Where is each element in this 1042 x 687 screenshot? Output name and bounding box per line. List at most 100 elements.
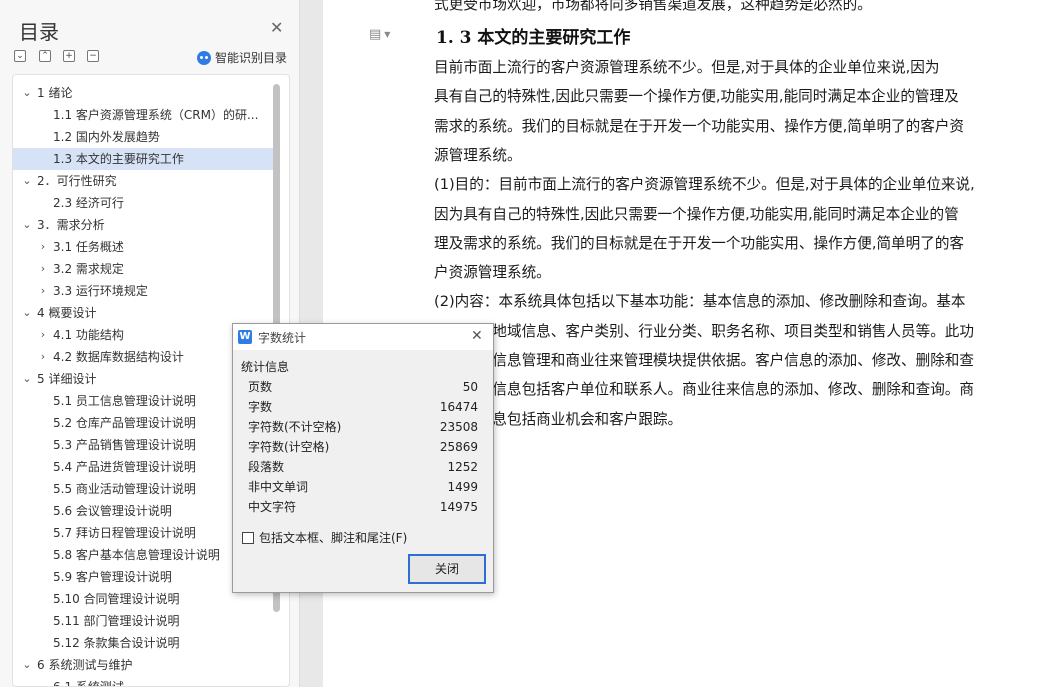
toc-item-label: 6.1 系统测试 [53, 680, 124, 687]
stat-value: 16474 [439, 400, 478, 414]
dialog-close-icon[interactable]: ✕ [471, 328, 483, 344]
toc-item-label: 6 系统测试与维护 [37, 658, 133, 672]
stat-row: 中文字符 14975 [248, 497, 478, 517]
section-heading: 1. 3 本文的主要研究工作 [436, 28, 631, 48]
chevron-down-icon[interactable]: ⌄ [21, 214, 33, 236]
document-line: (2)内容：本系统具体包括以下基本功能：基本信息的添加、修改删除和查询。基本 [434, 293, 966, 311]
toc-item-label: 5.2 仓库产品管理设计说明 [53, 416, 196, 430]
stat-label: 页数 [248, 380, 273, 394]
include-textbox-label: 包括文本框、脚注和尾注(F) [259, 531, 408, 545]
document-line: 源管理系统。 [434, 146, 522, 164]
stat-value: 1252 [447, 460, 478, 474]
chevron-right-icon[interactable]: › [37, 236, 49, 258]
document-line: (1)目的：目前市面上流行的客户资源管理系统不少。但是,对于具体的企业单位来说, [434, 176, 975, 194]
stat-value: 1499 [447, 480, 478, 494]
chevron-down-icon[interactable]: ⌄ [21, 654, 33, 676]
toc-item[interactable]: 1.3 本文的主要研究工作 [13, 148, 273, 170]
paragraph-menu-icon[interactable]: ▤ ▼ [369, 27, 390, 42]
toc-item-label: 5.4 产品进货管理设计说明 [53, 460, 196, 474]
toc-item[interactable]: › 3.3 运行环境规定 [13, 280, 273, 302]
stat-label: 字符数(计空格) [248, 440, 330, 454]
collapse-down-icon[interactable]: ⌄ [14, 50, 26, 62]
document-line: 需求的系统。我们的目标就是在于开发一个功能实用、操作方便,简单明了的客户资 [434, 117, 965, 135]
toc-item[interactable]: 1.1 客户资源管理系统（CRM）的研... [13, 104, 273, 126]
remove-level-icon[interactable]: − [87, 50, 99, 62]
toc-item[interactable]: 1.2 国内外发展趋势 [13, 126, 273, 148]
include-textbox-checkbox[interactable] [242, 531, 254, 544]
document-line: 能为客户信息管理和商业往来管理模块提供依据。客户信息的添加、修改、删除和查 [434, 352, 974, 369]
wps-writer-icon: W [238, 330, 252, 344]
stat-row: 非中文单词 1499 [248, 477, 478, 497]
document-line: 目前市面上流行的客户资源管理系统不少。但是,对于具体的企业单位来说,因为 [434, 59, 940, 76]
include-textbox-option[interactable]: 包括文本框、脚注和尾注(F) [242, 529, 407, 546]
toc-item-label: 4.2 数据库数据结构设计 [53, 350, 184, 364]
document-line: 理及需求的系统。我们的目标就是在于开发一个功能实用、操作方便,简单明了的客 [434, 234, 965, 252]
chevron-down-icon[interactable]: ⌄ [21, 302, 33, 324]
stat-row: 字数 16474 [248, 397, 478, 417]
stat-value: 50 [462, 380, 478, 394]
stat-value: 25869 [439, 440, 478, 454]
toc-item[interactable]: 5.12 条款集合设计说明 [13, 632, 273, 654]
toc-item-label: 5 详细设计 [37, 372, 97, 386]
stat-label: 字符数(不计空格) [248, 420, 342, 434]
toc-item-label: 5.7 拜访日程管理设计说明 [53, 526, 196, 540]
word-count-dialog: W 字数统计 ✕ 统计信息 页数 50 字数 16474 字符数(不计空格) 23508 字… [232, 323, 494, 593]
stat-label: 字数 [248, 400, 273, 414]
document-line: 式更受市场欢迎，市场都将向多销售渠道发展，这种趋势是必然的。 [434, 0, 872, 13]
chevron-right-icon[interactable]: › [37, 324, 49, 346]
dialog-title: 字数统计 [258, 331, 307, 345]
toc-item-label: 5.5 商业活动管理设计说明 [53, 482, 196, 496]
stat-row: 页数 50 [248, 377, 478, 397]
stats-section-label: 统计信息 [241, 360, 290, 374]
toc-item-label: 1 绪论 [37, 86, 73, 100]
toc-title: 目录 [19, 20, 59, 44]
toc-item[interactable]: › 3.2 需求规定 [13, 258, 273, 280]
chevron-down-icon[interactable]: ⌄ [21, 82, 33, 104]
toc-item-label: 5.6 会议管理设计说明 [53, 504, 172, 518]
document-line: 业往来信息包括商业机会和客户跟踪。 [434, 410, 683, 428]
toc-item[interactable]: 5.11 部门管理设计说明 [13, 610, 273, 632]
stat-label: 非中文单词 [248, 480, 309, 494]
document-line: 因为具有自己的特殊性,因此只需要一个操作方便,功能实用,能同时满足本企业的管 [434, 205, 959, 223]
chevron-down-icon[interactable]: ⌄ [21, 170, 33, 192]
stat-label: 中文字符 [248, 500, 297, 514]
stat-row: 段落数 1252 [248, 457, 478, 477]
stat-row: 字符数(不计空格) 23508 [248, 417, 478, 437]
toc-item[interactable]: 6.1 系统测试 [13, 676, 273, 687]
dialog-titlebar[interactable]: W 字数统计 ✕ [233, 324, 493, 350]
toc-item-label: 2.3 经济可行 [53, 196, 124, 210]
toc-item-label: 1.3 本文的主要研究工作 [53, 152, 184, 166]
toc-item-label: 2．可行性研究 [37, 174, 117, 188]
toc-item-label: 1.2 国内外发展趋势 [53, 130, 160, 144]
smart-recognize-label: 智能识别目录 [215, 51, 288, 65]
toc-item-label: 4 概要设计 [37, 306, 97, 320]
add-level-icon[interactable]: + [63, 50, 75, 62]
robot-icon [197, 50, 211, 65]
stat-value: 14975 [439, 500, 478, 514]
close-button[interactable]: 关闭 [408, 554, 486, 584]
toc-item-label: 5.11 部门管理设计说明 [53, 614, 180, 628]
stat-value: 23508 [439, 420, 478, 434]
toc-item[interactable]: › 3.1 任务概述 [13, 236, 273, 258]
stat-label: 段落数 [248, 460, 285, 474]
chevron-down-icon[interactable]: ⌄ [21, 368, 33, 390]
toc-item[interactable]: 2.3 经济可行 [13, 192, 273, 214]
toc-item[interactable]: ⌄ 1 绪论 [13, 82, 273, 104]
toc-item-label: 1.1 客户资源管理系统（CRM）的研... [53, 108, 259, 122]
toc-item-label: 5.8 客户基本信息管理设计说明 [53, 548, 220, 562]
smart-recognize-button[interactable]: 智能识别目录 [197, 49, 287, 66]
chevron-right-icon[interactable]: › [37, 346, 49, 368]
expand-up-icon[interactable]: ⌃ [39, 50, 51, 62]
toc-item-label: 5.1 员工信息管理设计说明 [53, 394, 196, 408]
chevron-right-icon[interactable]: › [37, 280, 49, 302]
toc-item[interactable]: ⌄ 4 概要设计 [13, 302, 273, 324]
toc-item[interactable]: ⌄ 3．需求分析 [13, 214, 273, 236]
chevron-right-icon[interactable]: › [37, 258, 49, 280]
toc-item-label: 3．需求分析 [37, 218, 105, 232]
document-line: 具有自己的特殊性,因此只需要一个操作方便,功能实用,能同时满足本企业的管理及 [434, 88, 959, 106]
toc-close-icon[interactable]: ✕ [270, 20, 283, 36]
toc-item[interactable]: ⌄ 2．可行性研究 [13, 170, 273, 192]
document-line: 询。客户信息包括客户单位和联系人。商业往来信息的添加、修改、删除和查询。商 [434, 381, 974, 399]
toc-item-label: 4.1 功能结构 [53, 328, 124, 342]
toc-item[interactable]: ⌄ 6 系统测试与维护 [13, 654, 273, 676]
